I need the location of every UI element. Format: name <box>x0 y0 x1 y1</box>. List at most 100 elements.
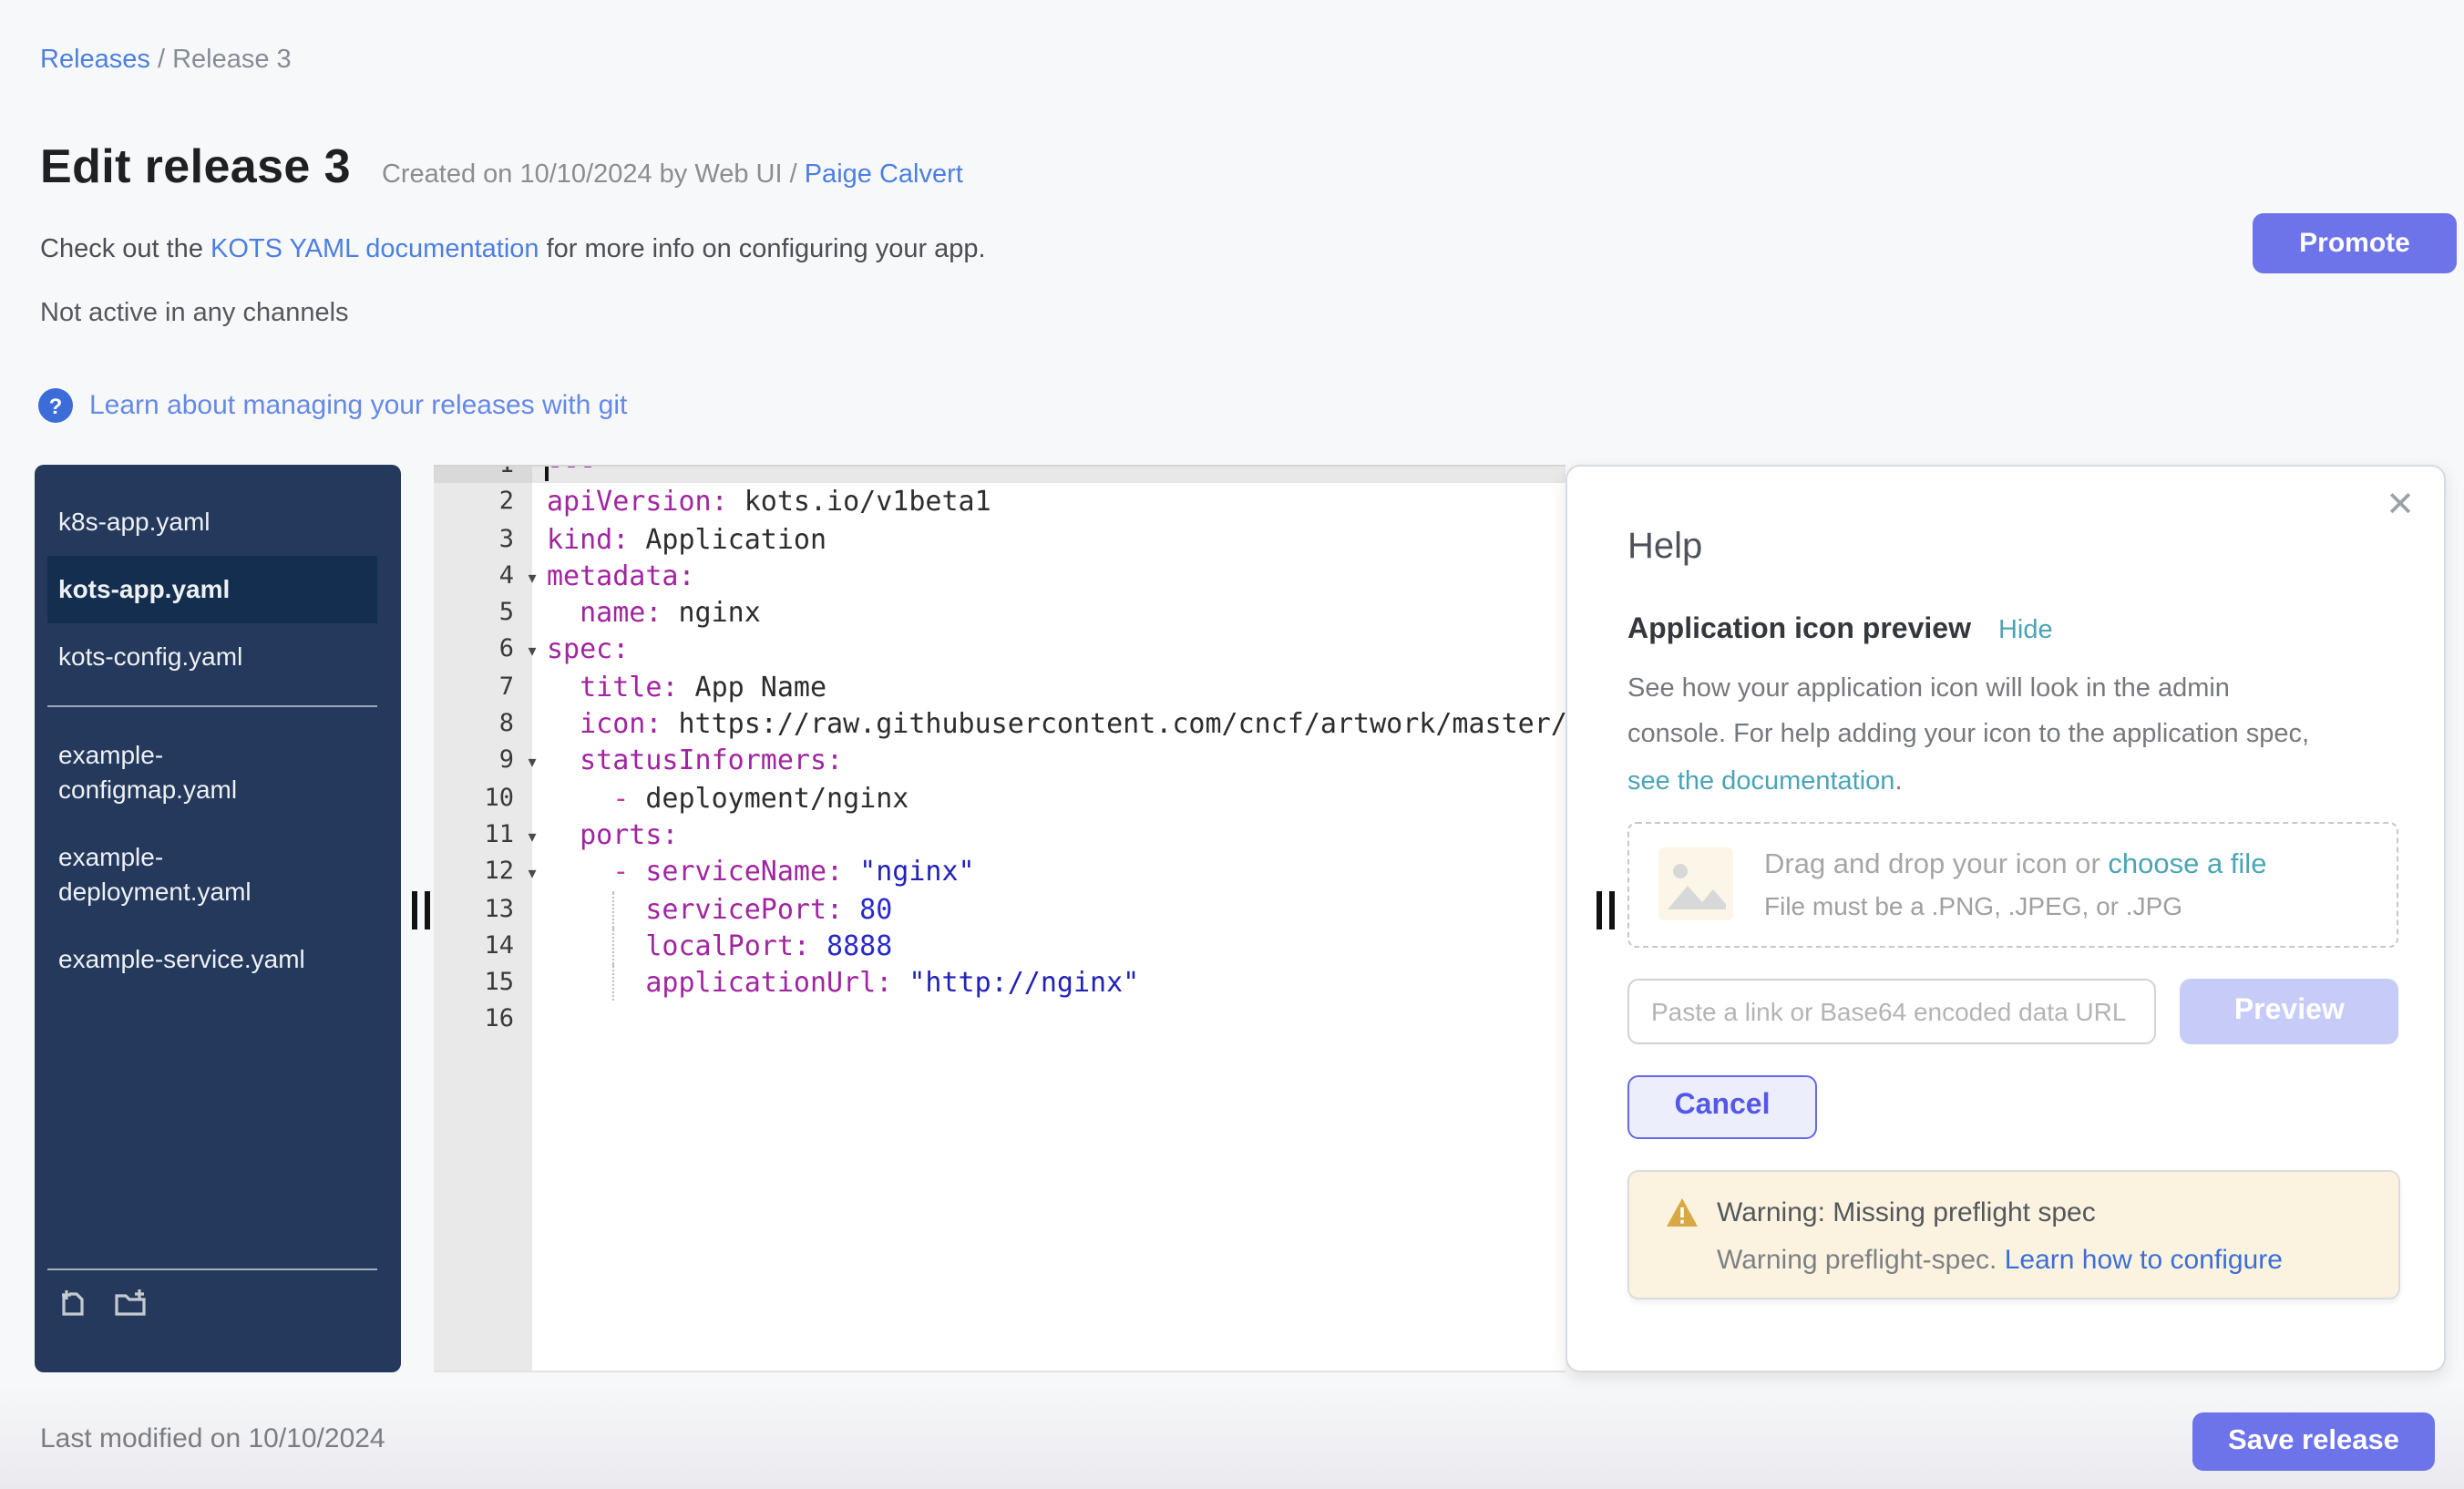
code-text: statusInformers: <box>547 743 843 780</box>
line-number: 5 <box>434 594 532 632</box>
image-placeholder-icon <box>1658 848 1733 921</box>
fold-arrow-icon[interactable]: ▾ <box>519 633 545 671</box>
sidebar-item-k8s-app-yaml[interactable]: k8s-app.yaml <box>47 488 377 556</box>
fold-arrow-icon[interactable]: ▾ <box>519 818 545 856</box>
code-line[interactable]: 7 title: App Name <box>434 669 1566 706</box>
description-line-1: See how your application icon will look … <box>1627 667 2398 714</box>
file-name: example-service.yaml <box>58 942 305 977</box>
code-text: - deployment/nginx <box>547 779 909 816</box>
hide-link[interactable]: Hide <box>1998 616 2053 645</box>
dropzone-text: Drag and drop your icon or choose a file… <box>1764 849 2266 920</box>
line-number: 4 <box>434 558 532 595</box>
warning-body-row: Warning preflight-spec. Learn how to con… <box>1717 1245 2369 1276</box>
breadcrumb-current: Release 3 <box>172 46 292 75</box>
dropzone-hint: File must be a .PNG, .JPEG, or .JPG <box>1764 891 2266 920</box>
git-releases-link[interactable]: Learn about managing your releases with … <box>89 390 627 421</box>
line-number: 10 <box>434 779 532 816</box>
line-number: 14 <box>434 928 532 965</box>
description-line-3: see the documentation. <box>1627 759 2398 806</box>
code-text: metadata: <box>547 558 695 595</box>
code-line[interactable]: 4▾metadata: <box>434 558 1566 595</box>
editor-resize-handle[interactable] <box>1596 891 1615 929</box>
code-line[interactable]: 9▾ statusInformers: <box>434 743 1566 780</box>
code-text: localPort: 8888 <box>547 928 892 965</box>
line-number: 15 <box>434 964 532 1001</box>
icon-url-input[interactable] <box>1627 979 2157 1044</box>
code-line[interactable]: 16 <box>434 1001 1566 1039</box>
code-text: name: nginx <box>547 594 761 632</box>
code-line[interactable]: 14 localPort: 8888 <box>434 928 1566 965</box>
fold-arrow-icon[interactable]: ▾ <box>519 856 545 893</box>
icon-url-row: Preview <box>1627 979 2398 1044</box>
promote-button[interactable]: Promote <box>2253 213 2457 273</box>
line-number: 12 <box>434 854 532 891</box>
code-lines: 1---2apiVersion: kots.io/v1beta13kind: A… <box>434 465 1566 1039</box>
file-name: k8s-app.yaml <box>58 505 210 539</box>
close-icon[interactable]: ✕ <box>2386 488 2415 523</box>
code-text: applicationUrl: "http://nginx" <box>547 964 1139 1001</box>
code-text: spec: <box>547 632 629 669</box>
intro-suffix: for more info on configuring your app. <box>539 235 986 264</box>
code-line[interactable]: 6▾spec: <box>434 632 1566 669</box>
page-title: Edit release 3 <box>40 139 351 195</box>
code-text: kind: Application <box>547 520 826 558</box>
help-description: See how your application icon will look … <box>1627 667 2398 806</box>
fold-arrow-icon[interactable]: ▾ <box>519 560 545 597</box>
code-line[interactable]: 10 - deployment/nginx <box>434 779 1566 816</box>
sidebar-item-kots-config-yaml[interactable]: kots-config.yaml <box>47 623 377 691</box>
warning-title: Warning: Missing preflight spec <box>1717 1197 2096 1228</box>
description-period: . <box>1894 766 1902 796</box>
edit-release-page: Releases / Release 3 Edit release 3 Crea… <box>0 0 2464 1489</box>
code-text: icon: https://raw.githubusercontent.com/… <box>547 705 1566 743</box>
code-line[interactable]: 13 servicePort: 80 <box>434 890 1566 928</box>
breadcrumb: Releases / Release 3 <box>40 46 292 75</box>
icon-dropzone[interactable]: Drag and drop your icon or choose a file… <box>1627 822 2398 948</box>
line-number: 6 <box>434 632 532 669</box>
created-text: Created on 10/10/2024 by Web UI / <box>382 160 797 190</box>
file-name: example-deployment.yaml <box>58 840 315 909</box>
code-line[interactable]: 11▾ ports: <box>434 816 1566 854</box>
sidebar-actions <box>47 1268 377 1318</box>
save-release-button[interactable]: Save release <box>2192 1412 2435 1471</box>
file-name: kots-config.yaml <box>58 640 242 674</box>
description-line-2: console. For help adding your icon to th… <box>1627 714 2398 760</box>
code-line[interactable]: 2apiVersion: kots.io/v1beta1 <box>434 484 1566 521</box>
question-mark-icon: ? <box>38 388 73 423</box>
breadcrumb-releases-link[interactable]: Releases <box>40 46 150 75</box>
see-documentation-link[interactable]: see the documentation <box>1627 766 1894 796</box>
fold-arrow-icon[interactable]: ▾ <box>519 744 545 782</box>
code-line[interactable]: 12▾ - serviceName: "nginx" <box>434 854 1566 891</box>
kots-yaml-docs-link[interactable]: KOTS YAML documentation <box>210 235 539 264</box>
line-number: 1 <box>434 465 532 484</box>
line-number: 16 <box>434 1001 532 1039</box>
last-modified-text: Last modified on 10/10/2024 <box>40 1423 385 1454</box>
sidebar-resize-handle[interactable] <box>412 891 430 929</box>
kots-file-list: k8s-app.yaml kots-app.yaml kots-config.yam… <box>35 488 401 691</box>
file-sidebar: k8s-app.yaml kots-app.yaml kots-config.yam… <box>35 465 401 1372</box>
code-text: title: App Name <box>547 669 826 706</box>
sidebar-item-example-deployment-yaml[interactable]: example-deployment.yaml <box>47 824 377 926</box>
sidebar-item-example-configmap-yaml[interactable]: example-configmap.yaml <box>47 722 377 824</box>
code-line[interactable]: 5 name: nginx <box>434 594 1566 632</box>
new-file-icon[interactable] <box>58 1287 89 1318</box>
preview-button[interactable]: Preview <box>2181 979 2398 1044</box>
line-number: 13 <box>434 890 532 928</box>
created-by-link[interactable]: Paige Calvert <box>805 160 963 190</box>
line-number: 2 <box>434 484 532 521</box>
cancel-button[interactable]: Cancel <box>1627 1075 1817 1139</box>
line-number: 8 <box>434 705 532 743</box>
code-line[interactable]: 1--- <box>434 465 1566 484</box>
code-line[interactable]: 15 applicationUrl: "http://nginx" <box>434 964 1566 1001</box>
intro-prefix: Check out the <box>40 235 210 264</box>
warning-configure-link[interactable]: Learn how to configure <box>2005 1245 2283 1276</box>
warning-box: Warning: Missing preflight spec Warning … <box>1627 1170 2400 1299</box>
new-folder-icon[interactable] <box>113 1287 148 1318</box>
choose-file-link[interactable]: choose a file <box>2108 849 2266 880</box>
code-line[interactable]: 3kind: Application <box>434 520 1566 558</box>
sidebar-item-example-service-yaml[interactable]: example-service.yaml <box>47 926 377 993</box>
code-text: ports: <box>547 816 679 854</box>
code-line[interactable]: 8 icon: https://raw.githubusercontent.co… <box>434 705 1566 743</box>
yaml-editor[interactable]: 1---2apiVersion: kots.io/v1beta13kind: A… <box>434 465 1566 1372</box>
breadcrumb-separator: / <box>158 46 165 75</box>
sidebar-item-kots-app-yaml[interactable]: kots-app.yaml <box>47 556 377 623</box>
